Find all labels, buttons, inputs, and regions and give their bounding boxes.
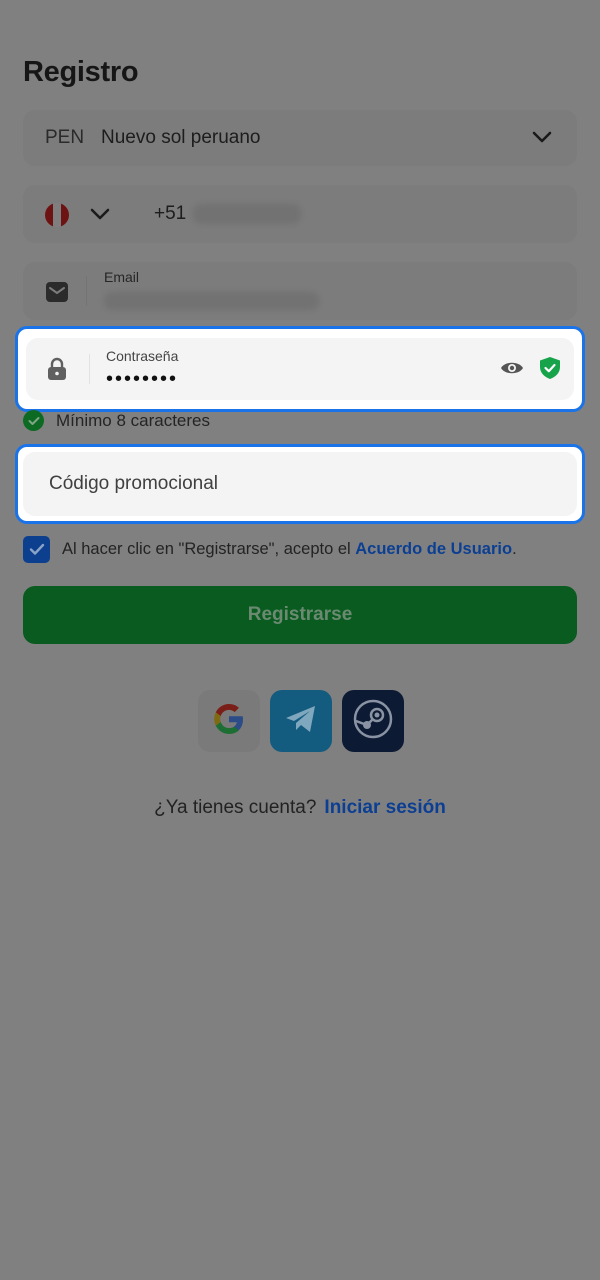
phone-prefix: +51 xyxy=(154,203,187,224)
page-title: Registro xyxy=(23,56,139,88)
currency-name: Nuevo sol peruano xyxy=(101,127,261,148)
agreement-row: Al hacer clic en "Registrarse", acepto e… xyxy=(23,536,517,563)
phone-field[interactable]: +51 xyxy=(23,185,577,243)
google-login-button[interactable] xyxy=(198,690,260,752)
password-label: Contraseña xyxy=(106,348,179,364)
chevron-down-icon xyxy=(531,126,553,153)
currency-code: PEN xyxy=(45,127,85,148)
login-link[interactable]: Iniciar sesión xyxy=(324,797,445,818)
eye-icon[interactable] xyxy=(500,359,524,382)
phone-number-blurred[interactable] xyxy=(193,204,301,224)
promo-input[interactable] xyxy=(23,452,577,516)
google-icon xyxy=(211,701,247,742)
chevron-down-icon[interactable] xyxy=(89,203,111,230)
login-row: ¿Ya tienes cuenta? Iniciar sesión xyxy=(0,797,600,819)
steam-login-button[interactable] xyxy=(342,690,404,752)
password-hint-text: Mínimo 8 caracteres xyxy=(56,410,210,430)
divider xyxy=(86,276,87,306)
password-value: •••••••• xyxy=(106,368,179,390)
peru-flag-icon[interactable] xyxy=(45,203,69,227)
currency-select[interactable]: PEN Nuevo sol peruano xyxy=(23,110,577,166)
password-hint: Mínimo 8 caracteres xyxy=(23,410,210,431)
email-label: Email xyxy=(104,269,140,285)
telegram-icon xyxy=(284,704,318,739)
login-prompt: ¿Ya tienes cuenta? xyxy=(154,797,317,818)
lock-icon xyxy=(47,357,67,386)
shield-check-icon xyxy=(539,356,561,385)
telegram-login-button[interactable] xyxy=(270,690,332,752)
register-button[interactable]: Registrarse xyxy=(23,586,577,644)
password-field-highlight: Contraseña •••••••• xyxy=(15,326,585,412)
agreement-text-end: . xyxy=(512,540,517,558)
password-field[interactable]: Contraseña •••••••• xyxy=(26,338,574,400)
agreement-checkbox[interactable] xyxy=(23,536,50,563)
user-agreement-link[interactable]: Acuerdo de Usuario xyxy=(355,540,512,558)
check-icon xyxy=(23,410,44,431)
email-field[interactable]: Email xyxy=(23,262,577,320)
divider xyxy=(89,354,90,384)
promo-field[interactable] xyxy=(23,452,577,516)
promo-field-highlight xyxy=(15,444,585,524)
email-value-blurred[interactable] xyxy=(104,292,319,310)
steam-icon xyxy=(353,699,393,744)
agreement-text-main: Al hacer clic en "Registrarse", acepto e… xyxy=(62,540,356,558)
mail-icon xyxy=(45,281,69,308)
social-login-row xyxy=(198,690,404,752)
agreement-text: Al hacer clic en "Registrarse", acepto e… xyxy=(62,540,517,559)
